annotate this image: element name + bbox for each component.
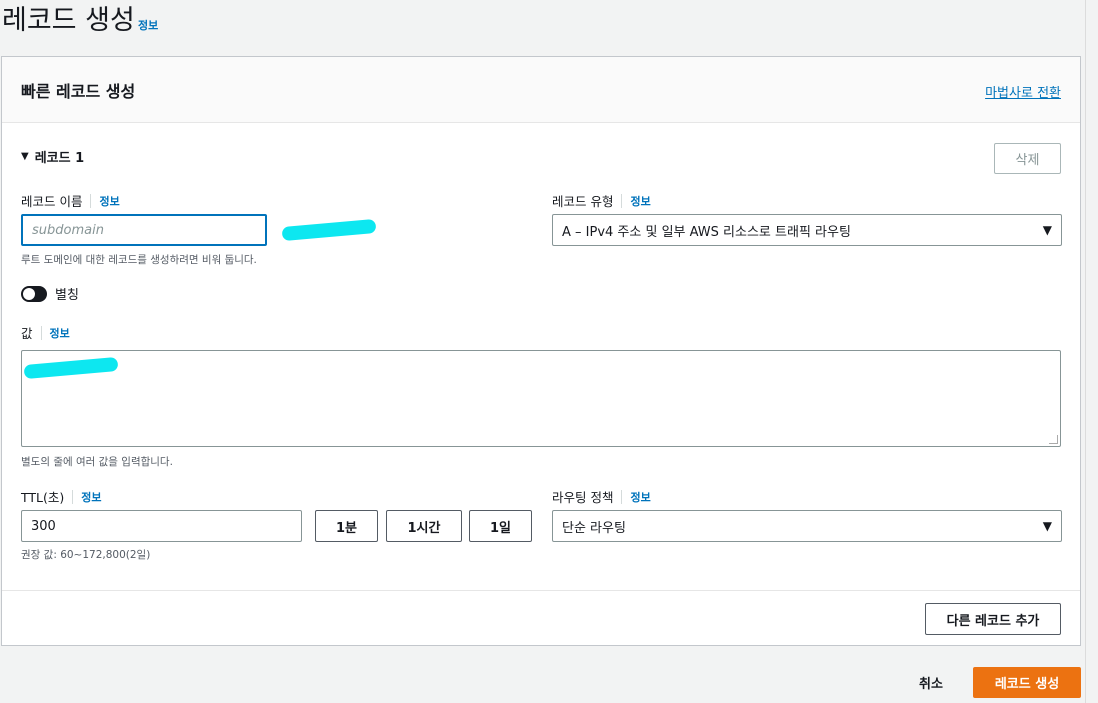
- alias-toggle-row[interactable]: 별칭: [21, 284, 79, 303]
- divider: [621, 489, 623, 504]
- record-type-label: 레코드 유형: [552, 194, 614, 209]
- record-name-label: 레코드 이름: [21, 194, 83, 209]
- caret-down-icon: ▼: [21, 151, 29, 162]
- dropdown-caret-icon: ▼: [1042, 519, 1052, 533]
- redaction-mark: [23, 356, 119, 380]
- divider: [621, 193, 623, 208]
- value-label: 값: [21, 326, 33, 341]
- ttl-label: TTL(초): [21, 490, 65, 505]
- panel-header: 빠른 레코드 생성 마법사로 전환: [2, 57, 1080, 123]
- create-records-button[interactable]: 레코드 생성: [973, 667, 1081, 698]
- dropdown-caret-icon: ▼: [1042, 223, 1052, 237]
- ttl-1-minute-button[interactable]: 1분: [315, 510, 378, 542]
- record-name-label-row: 레코드 이름 정보: [21, 191, 120, 210]
- ttl-1-day-button[interactable]: 1일: [469, 510, 532, 542]
- record-name-placeholder: subdomain: [32, 222, 104, 238]
- record-name-hint: 루트 도메인에 대한 레코드를 생성하려면 비워 둡니다.: [21, 254, 257, 266]
- toggle-knob: [23, 287, 35, 300]
- value-info-link[interactable]: 정보: [50, 325, 70, 341]
- ttl-hint: 권장 값: 60~172,800(2일): [21, 549, 151, 561]
- divider: [90, 193, 92, 208]
- redaction-mark: [281, 218, 377, 242]
- routing-policy-value: 단순 라우팅: [562, 520, 626, 536]
- routing-label: 라우팅 정책: [552, 490, 614, 505]
- record-type-select[interactable]: A – IPv4 주소 및 일부 AWS 리소스로 트래픽 라우팅 ▼: [552, 214, 1062, 246]
- ttl-1-hour-button[interactable]: 1시간: [386, 510, 462, 542]
- divider: [40, 325, 42, 340]
- divider: [2, 590, 1080, 591]
- panel-title: 빠른 레코드 생성: [21, 82, 136, 101]
- page-scrollbar[interactable]: [1085, 0, 1098, 703]
- record-type-value: A – IPv4 주소 및 일부 AWS 리소스로 트래픽 라우팅: [562, 224, 851, 240]
- divider: [72, 489, 74, 504]
- page-title: 레코드 생성: [2, 5, 135, 36]
- add-another-record-button[interactable]: 다른 레코드 추가: [925, 603, 1061, 635]
- value-textarea[interactable]: [21, 350, 1061, 447]
- record-heading: 레코드 1: [34, 151, 85, 166]
- ttl-input[interactable]: 300: [21, 510, 302, 542]
- ttl-value: 300: [31, 518, 56, 534]
- cancel-button[interactable]: 취소: [906, 667, 956, 698]
- page-info-link[interactable]: 정보: [138, 17, 158, 33]
- record-name-info-link[interactable]: 정보: [99, 193, 119, 209]
- ttl-info-link[interactable]: 정보: [81, 489, 101, 505]
- routing-policy-select[interactable]: 단순 라우팅 ▼: [552, 510, 1062, 542]
- resize-handle[interactable]: [1049, 435, 1058, 444]
- record-section-toggle[interactable]: ▼ 레코드 1: [21, 147, 84, 166]
- routing-info-link[interactable]: 정보: [630, 489, 650, 505]
- record-type-label-row: 레코드 유형 정보: [552, 191, 651, 210]
- value-label-row: 값 정보: [21, 323, 70, 342]
- value-hint: 별도의 줄에 여러 값을 입력합니다.: [21, 456, 173, 468]
- delete-record-button[interactable]: 삭제: [994, 143, 1061, 174]
- switch-to-wizard-link[interactable]: 마법사로 전환: [985, 82, 1061, 101]
- alias-toggle-switch[interactable]: [21, 285, 47, 302]
- quick-create-panel: 빠른 레코드 생성 마법사로 전환 ▼ 레코드 1 삭제 레코드 이름 정보 s…: [1, 56, 1081, 646]
- record-type-info-link[interactable]: 정보: [630, 193, 650, 209]
- alias-label: 별칭: [55, 288, 79, 303]
- routing-label-row: 라우팅 정책 정보: [552, 487, 651, 506]
- ttl-label-row: TTL(초) 정보: [21, 487, 102, 506]
- record-name-input[interactable]: subdomain: [21, 214, 267, 246]
